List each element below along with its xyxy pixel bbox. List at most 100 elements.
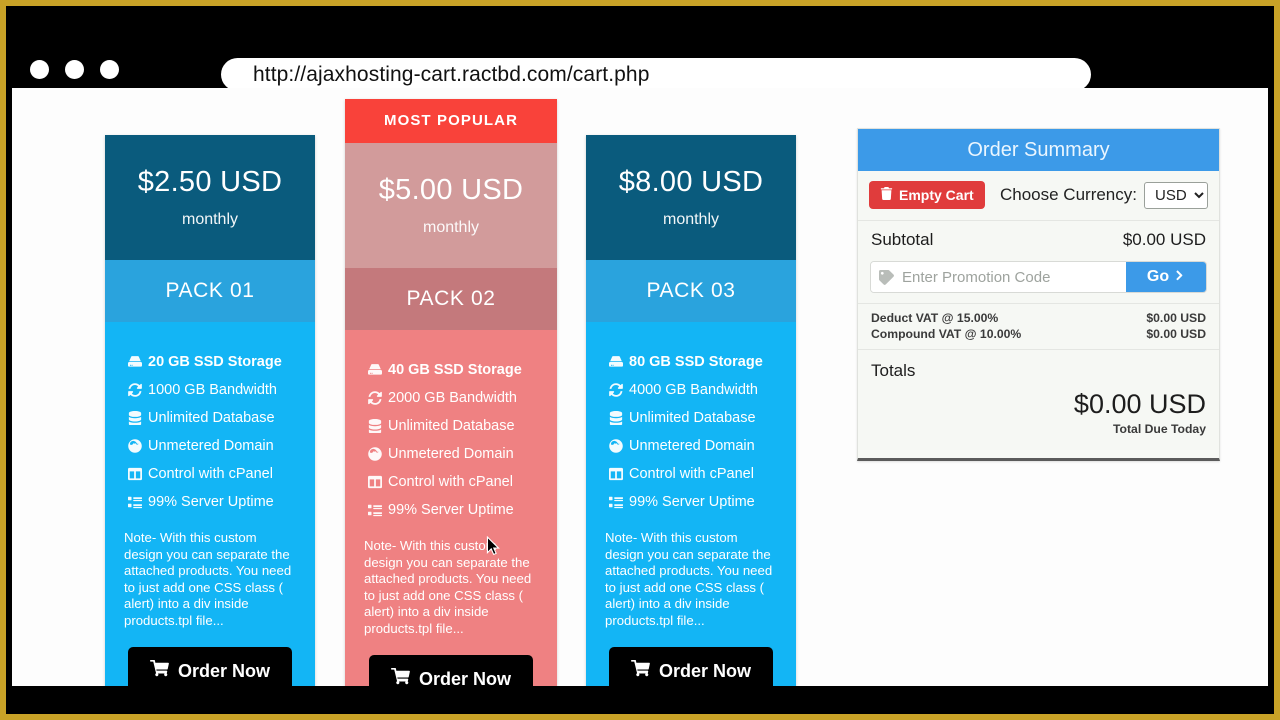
cart-icon [149, 659, 169, 683]
list-icon [607, 495, 624, 510]
browser-frame: http://ajaxhosting-cart.ractbd.com/cart.… [6, 6, 1274, 714]
feature-label: Unmetered Domain [629, 438, 755, 454]
columns-icon [126, 467, 143, 482]
database-icon [607, 411, 624, 426]
price-period: monthly [662, 211, 720, 228]
promotion-go-label: Go [1146, 268, 1170, 285]
window-minimize-dot[interactable] [65, 60, 84, 79]
currency-label: Choose Currency: [999, 185, 1137, 204]
feature-item: 40 GB SSD Storage [345, 356, 557, 384]
currency-chooser: Choose Currency: USD [999, 181, 1208, 209]
feature-item: 80 GB SSD Storage [586, 348, 796, 376]
feature-label: Unlimited Database [629, 410, 756, 426]
price-period: monthly [422, 219, 480, 236]
feature-item: 4000 GB Bandwidth [586, 376, 796, 404]
package-name: PACK 03 [586, 260, 796, 322]
hdd-icon [366, 363, 383, 378]
address-bar[interactable]: http://ajaxhosting-cart.ractbd.com/cart.… [221, 58, 1091, 91]
feature-item: Unmetered Domain [586, 432, 796, 460]
cart-controls-row: Empty Cart Choose Currency: USD [858, 171, 1219, 221]
feature-label: 80 GB SSD Storage [629, 354, 763, 370]
feature-item: 1000 GB Bandwidth [105, 376, 315, 404]
package-name: PACK 02 [345, 268, 557, 330]
hdd-icon [126, 355, 143, 370]
feature-label: 4000 GB Bandwidth [629, 382, 758, 398]
price-amount: $5.00 USD [378, 174, 524, 206]
vat-label: Compound VAT @ 10.00% [871, 327, 1022, 341]
package-name: PACK 01 [105, 260, 315, 322]
package-body: 40 GB SSD Storage 2000 GB Bandwidth Unlimi… [345, 330, 557, 686]
feature-item: Unlimited Database [586, 404, 796, 432]
price-amount: $8.00 USD [618, 166, 764, 198]
feature-label: Unlimited Database [388, 418, 515, 434]
package-note: Note- With this custom design you can se… [605, 530, 773, 628]
vat-rows: Deduct VAT @ 15.00% $0.00 USD Compound VAT… [858, 303, 1219, 350]
columns-icon [607, 467, 624, 482]
sync-icon [607, 383, 624, 398]
cloud-icon [607, 439, 624, 454]
pricing-card-1: $2.50 USD monthly PACK 01 20 GB SSD Storage… [105, 135, 315, 686]
price-amount: $2.50 USD [137, 166, 283, 198]
feature-label: 99% Server Uptime [148, 494, 274, 510]
list-icon [126, 495, 143, 510]
promotion-code-input[interactable] [902, 262, 1126, 292]
cart-icon [390, 667, 410, 686]
package-note: Note- With this custom design you can se… [124, 530, 292, 628]
feature-item: 99% Server Uptime [345, 496, 557, 524]
price-header: $5.00 USD monthly [345, 143, 557, 268]
feature-label: Unmetered Domain [148, 438, 274, 454]
window-maximize-dot[interactable] [100, 60, 119, 79]
price-header: $2.50 USD monthly [105, 135, 315, 260]
pricing-card-3: $8.00 USD monthly PACK 03 80 GB SSD Storage… [586, 135, 796, 686]
promotion-go-button[interactable]: Go [1126, 262, 1206, 292]
total-amount: $0.00 USD [1073, 389, 1206, 419]
feature-item: Unlimited Database [345, 412, 557, 440]
empty-cart-label: Empty Cart [899, 187, 974, 203]
order-button-wrap: Order Now [105, 629, 315, 686]
sync-icon [126, 383, 143, 398]
browser-chrome: http://ajaxhosting-cart.ractbd.com/cart.… [6, 20, 1274, 91]
address-bar-url: http://ajaxhosting-cart.ractbd.com/cart.… [253, 62, 650, 86]
feature-label: 99% Server Uptime [388, 502, 514, 518]
vat-row: Compound VAT @ 10.00% $0.00 USD [871, 326, 1206, 342]
page-content: $2.50 USD monthly PACK 01 20 GB SSD Storage… [12, 88, 1268, 686]
feature-label: 40 GB SSD Storage [388, 362, 522, 378]
feature-label: Control with cPanel [148, 466, 273, 482]
feature-label: 20 GB SSD Storage [148, 354, 282, 370]
feature-label: Control with cPanel [388, 474, 513, 490]
order-button-wrap: Order Now [586, 629, 796, 686]
chevron-right-icon [1174, 268, 1185, 286]
order-now-label: Order Now [658, 660, 751, 681]
feature-item: Unmetered Domain [345, 440, 557, 468]
package-note: Note- With this custom design you can se… [364, 538, 532, 636]
tag-icon [871, 262, 902, 292]
order-summary-title: Order Summary [858, 129, 1219, 171]
promotion-section: Go [858, 261, 1219, 303]
order-now-button[interactable]: Order Now [368, 655, 533, 687]
order-now-label: Order Now [418, 668, 511, 687]
order-now-button[interactable]: Order Now [608, 647, 773, 686]
vat-value: $0.00 USD [1146, 327, 1206, 341]
cart-icon [630, 659, 650, 683]
database-icon [366, 419, 383, 434]
currency-select[interactable]: USD [1144, 181, 1208, 209]
list-icon [366, 503, 383, 518]
trash-icon [880, 187, 893, 203]
price-period: monthly [181, 211, 239, 228]
feature-item: 99% Server Uptime [586, 488, 796, 516]
feature-item: Control with cPanel [586, 460, 796, 488]
feature-label: Unlimited Database [148, 410, 275, 426]
browser-footer-bar [6, 688, 1274, 714]
package-body: 20 GB SSD Storage 1000 GB Bandwidth Unlimi… [105, 322, 315, 686]
empty-cart-button[interactable]: Empty Cart [869, 181, 985, 209]
feature-item: Unlimited Database [105, 404, 315, 432]
feature-label: Control with cPanel [629, 466, 754, 482]
order-now-label: Order Now [177, 660, 270, 681]
order-now-button[interactable]: Order Now [127, 647, 292, 686]
feature-label: 2000 GB Bandwidth [388, 390, 517, 406]
feature-item: Control with cPanel [345, 468, 557, 496]
vat-value: $0.00 USD [1146, 311, 1206, 325]
window-close-dot[interactable] [30, 60, 49, 79]
feature-item: 99% Server Uptime [105, 488, 315, 516]
feature-item: Unmetered Domain [105, 432, 315, 460]
